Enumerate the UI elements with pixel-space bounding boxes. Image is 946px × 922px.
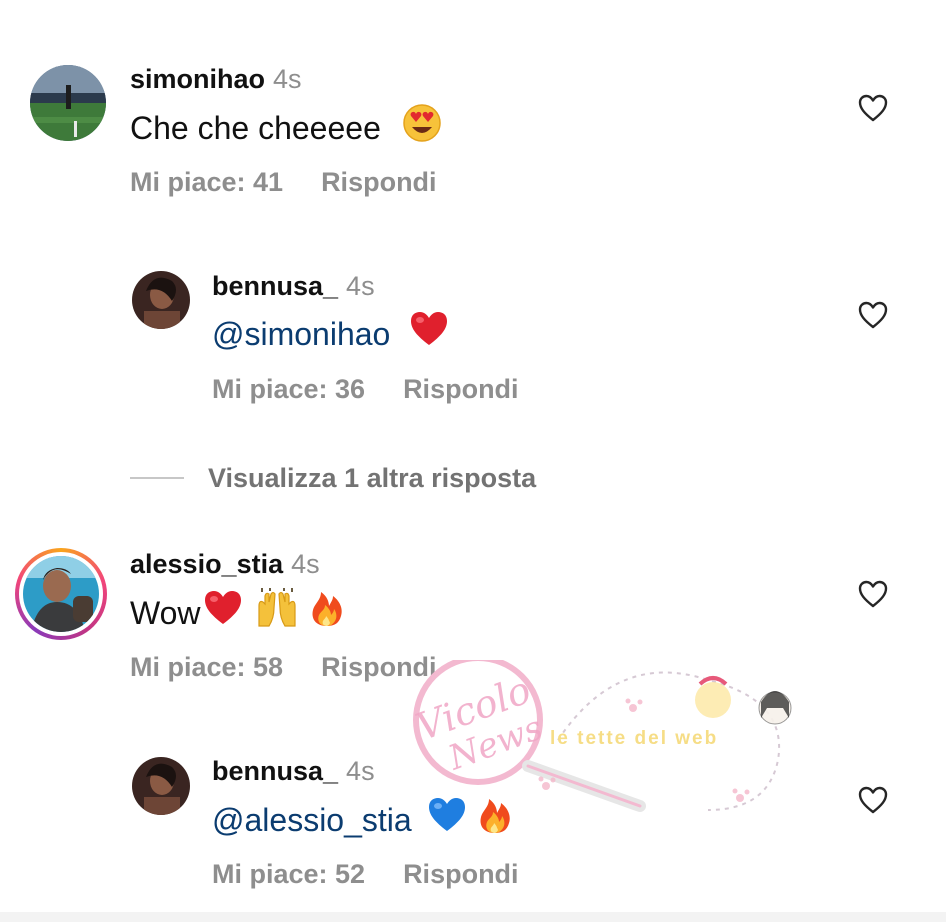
- reply-button[interactable]: Rispondi: [321, 167, 437, 197]
- watermark-banner: le tette del web: [550, 728, 719, 749]
- heart-icon[interactable]: [858, 94, 888, 122]
- divider: [130, 477, 184, 479]
- heart-eyes-emoji: [402, 103, 442, 152]
- heart-icon[interactable]: [858, 301, 888, 329]
- view-more-replies[interactable]: Visualizza 1 altra risposta: [130, 458, 536, 498]
- red-heart-emoji: [409, 310, 449, 357]
- likes-count[interactable]: Mi piace: 41: [130, 167, 283, 197]
- username[interactable]: bennusa_: [212, 756, 338, 786]
- fire-emoji: [309, 588, 345, 637]
- likes-count[interactable]: Mi piace: 58: [130, 652, 283, 682]
- story-ring[interactable]: [15, 548, 107, 640]
- reply-button[interactable]: Rispondi: [403, 374, 519, 404]
- timestamp: 4s: [273, 64, 302, 94]
- heart-icon[interactable]: [858, 786, 888, 814]
- heart-icon[interactable]: [858, 580, 888, 608]
- blue-heart-emoji: [427, 796, 467, 843]
- avatar[interactable]: [132, 271, 190, 329]
- svg-text:News: News: [442, 708, 547, 779]
- avatar: [23, 556, 99, 632]
- comments-screen: simonihao 4s Che che cheeeee Mi piace: 41…: [0, 0, 946, 922]
- reply-button[interactable]: Rispondi: [321, 652, 437, 682]
- avatar[interactable]: [132, 757, 190, 815]
- fire-emoji: [477, 795, 513, 844]
- comment-text: Che che cheeeee: [130, 109, 381, 146]
- avatar[interactable]: [30, 65, 106, 141]
- timestamp: 4s: [346, 756, 375, 786]
- username[interactable]: simonihao: [130, 64, 265, 94]
- username[interactable]: bennusa_: [212, 271, 338, 301]
- mention-link[interactable]: @alessio_stia: [212, 802, 412, 838]
- comment-text: Wow: [130, 594, 201, 631]
- red-heart-emoji: [203, 589, 243, 636]
- mention-link[interactable]: @simonihao: [212, 316, 390, 352]
- raising-hands-emoji: [255, 588, 299, 637]
- username[interactable]: alessio_stia: [130, 549, 283, 579]
- view-more-label: Visualizza 1 altra risposta: [208, 462, 537, 493]
- bottom-edge: [0, 912, 946, 922]
- reply-button[interactable]: Rispondi: [403, 859, 519, 889]
- timestamp: 4s: [291, 549, 320, 579]
- likes-count[interactable]: Mi piace: 52: [212, 859, 365, 889]
- timestamp: 4s: [346, 271, 375, 301]
- likes-count[interactable]: Mi piace: 36: [212, 374, 365, 404]
